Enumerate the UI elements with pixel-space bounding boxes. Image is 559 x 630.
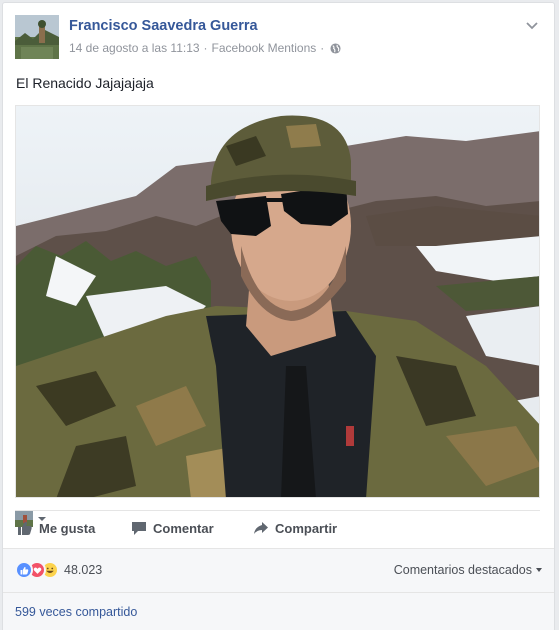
share-label: Compartir [275, 520, 338, 536]
post-source[interactable]: Facebook Mentions [212, 41, 317, 55]
comment-icon [132, 522, 146, 535]
like-reaction-icon [15, 561, 33, 579]
post-card: Francisco Saavedra Guerra 14 de agosto a… [2, 2, 555, 630]
like-button[interactable]: Me gusta [17, 520, 95, 536]
reaction-count[interactable]: 48.023 [64, 563, 102, 577]
comment-sort-dropdown[interactable]: Comentarios destacados [394, 563, 542, 577]
post-header: Francisco Saavedra Guerra 14 de agosto a… [15, 15, 545, 65]
meta-separator: · [203, 41, 208, 55]
comment-button[interactable]: Comentar [131, 520, 214, 536]
post-text: El Renacido Jajajajaja [16, 75, 154, 91]
reaction-summary[interactable]: 48.023 [15, 561, 102, 579]
comment-label: Comentar [153, 520, 214, 536]
post-actions-bar: Me gusta Comentar Compartir [15, 510, 540, 548]
globe-icon[interactable] [330, 42, 341, 54]
avatar[interactable] [15, 15, 59, 59]
share-button[interactable]: Compartir [253, 520, 337, 536]
post-meta: 14 de agosto a las 11:13 · Facebook Ment… [69, 41, 341, 55]
post-timestamp[interactable]: 14 de agosto a las 11:13 [69, 41, 200, 55]
meta-separator: · [320, 41, 325, 55]
share-count-link[interactable]: 599 veces compartido [15, 605, 137, 619]
post-photo[interactable] [15, 105, 540, 498]
share-arrow-icon [254, 522, 268, 534]
reactions-bar: 48.023 Comentarios destacados [3, 548, 554, 592]
author-name[interactable]: Francisco Saavedra Guerra [69, 18, 258, 34]
thumbs-up-icon [18, 521, 32, 535]
chevron-down-icon[interactable] [525, 19, 539, 33]
caret-down-icon [536, 568, 542, 572]
comment-sort-label: Comentarios destacados [393, 563, 532, 577]
shares-bar: 599 veces compartido [3, 592, 554, 630]
like-label: Me gusta [39, 520, 96, 536]
